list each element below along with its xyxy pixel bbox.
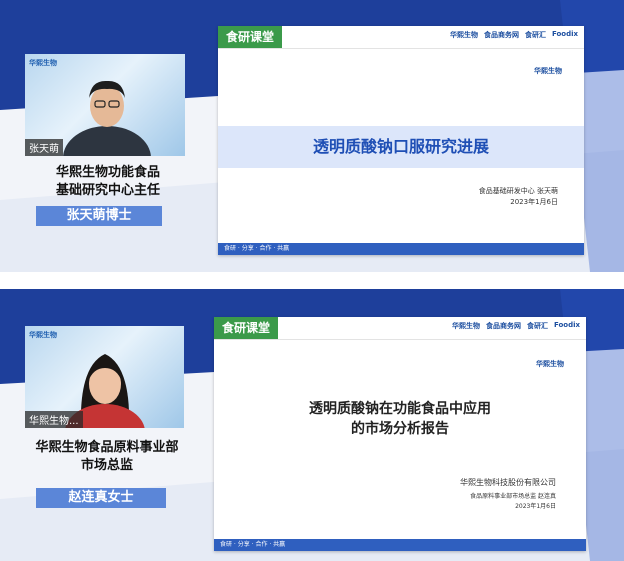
partner-logo: 食研汇 xyxy=(526,322,548,330)
top-panel: 华熙生物 张天萌 华熙生物功能食品 基础研究中心主任 张天萌博士 食研课堂 华熙… xyxy=(0,0,624,272)
brand-logo: 食研课堂 xyxy=(214,317,279,339)
partner-logo: Foodix xyxy=(551,30,578,38)
partner-logo: 华熙生物 xyxy=(451,322,480,330)
speaker-title-line1: 华熙生物功能食品 xyxy=(55,165,160,180)
speaker-name-bar: 赵连真女士 xyxy=(36,488,166,508)
partner-logo: 食研汇 xyxy=(524,31,546,39)
speaker-title-line2: 市场总监 xyxy=(80,458,133,473)
slide-title: 透明质酸钠在功能食品中应用 的市场分析报告 xyxy=(214,399,586,439)
speaker-video-tile[interactable]: 华熙生物 张天萌 xyxy=(25,54,185,156)
slide-title: 透明质酸钠口服研究进展 xyxy=(218,126,584,168)
speaker-title-line2: 基础研究中心主任 xyxy=(55,183,160,198)
company-logo: 华熙生物 xyxy=(534,67,562,75)
slide-header: 食研课堂 华熙生物 食品商务网 食研汇 Foodix xyxy=(218,26,584,49)
speaker-title-line1: 华熙生物食品原料事业部 xyxy=(35,440,179,455)
slide-date: 2023年1月6日 xyxy=(515,503,556,510)
speaker-video-tile[interactable]: 华熙生物 华熙生物... xyxy=(25,326,184,428)
slide-header: 食研课堂 华熙生物 食品商务网 食研汇 Foodix xyxy=(214,317,586,340)
video-name-tag: 张天萌 xyxy=(25,139,63,156)
partner-logo: Foodix xyxy=(553,321,580,329)
speaker-name-bar: 张天萌博士 xyxy=(36,206,162,226)
video-name-tag: 华熙生物... xyxy=(25,411,83,428)
slide-presenter: 食品原料事业部市场总监 赵连真 xyxy=(470,493,556,500)
slide-presenter: 食品基础研发中心 张天萌 xyxy=(478,187,558,195)
company-logo: 华熙生物 xyxy=(536,360,564,368)
partner-logos: 华熙生物 食品商务网 食研汇 Foodix xyxy=(450,30,578,40)
presentation-slide[interactable]: 食研课堂 华熙生物 食品商务网 食研汇 Foodix 华熙生物 透明质酸钠口服研… xyxy=(218,26,584,255)
speaker-title: 华熙生物功能食品 基础研究中心主任 xyxy=(28,164,188,200)
partner-logo: 食品商务网 xyxy=(485,322,521,330)
bottom-panel: 华熙生物 华熙生物... 华熙生物食品原料事业部 市场总监 赵连真女士 食研课堂… xyxy=(0,289,624,561)
partner-logo: 华熙生物 xyxy=(449,31,478,39)
slide-title-line1: 透明质酸钠在功能食品中应用 xyxy=(309,401,491,417)
slide-company: 华熙生物科技股份有限公司 xyxy=(460,478,556,487)
slide-footer: 食研 · 分享 · 合作 · 共赢 xyxy=(218,243,584,255)
speaker-title: 华熙生物食品原料事业部 市场总监 xyxy=(14,439,200,475)
brand-logo: 食研课堂 xyxy=(218,26,283,48)
slide-footer: 食研 · 分享 · 合作 · 共赢 xyxy=(214,539,586,551)
partner-logo: 食品商务网 xyxy=(483,31,519,39)
slide-date: 2023年1月6日 xyxy=(510,198,558,206)
partner-logos: 华熙生物 食品商务网 食研汇 Foodix xyxy=(452,321,580,331)
slide-title-line2: 的市场分析报告 xyxy=(351,421,449,437)
presentation-slide[interactable]: 食研课堂 华熙生物 食品商务网 食研汇 Foodix 华熙生物 透明质酸钠在功能… xyxy=(214,317,586,551)
